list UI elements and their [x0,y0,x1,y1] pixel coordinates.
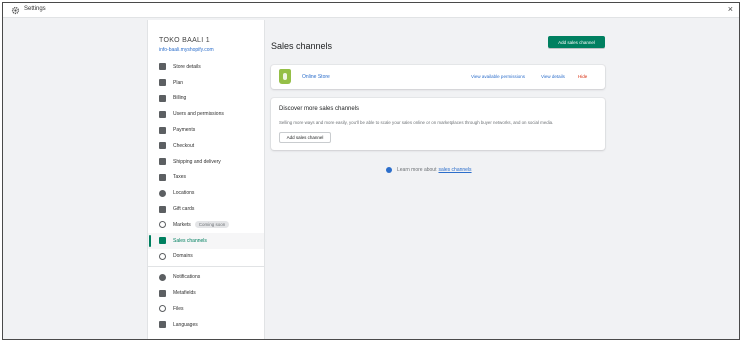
hide-link[interactable]: Hide [578,74,587,79]
taxes-icon [159,173,166,181]
gift-cards-icon [159,205,166,213]
users-icon [159,110,166,118]
store-name: TOKO BAALI 1 [159,37,210,44]
metafields-icon [159,289,166,297]
info-icon [386,167,392,173]
domains-icon [159,252,166,260]
sidebar-item-markets[interactable]: Markets Coming soon [148,217,264,233]
sidebar-item-taxes[interactable]: Taxes [148,170,264,186]
page-title: Sales channels [271,41,333,51]
title-bar: Settings × [3,3,739,18]
plan-icon [159,79,166,87]
learn-more-text: Learn more about [397,167,437,173]
sidebar-item-metafields[interactable]: Metafields [148,285,264,301]
sidebar-item-sales-channels[interactable]: Sales channels [148,232,264,249]
close-icon[interactable]: × [728,4,733,14]
sidebar-item-payments[interactable]: Payments [148,122,264,138]
notifications-icon [159,273,166,281]
sidebar-item-billing[interactable]: Billing [148,91,264,107]
sidebar-item-checkout[interactable]: Checkout [148,138,264,154]
settings-sidebar: TOKO BAALI 1 info-baali.myshopify.com St… [147,20,265,339]
sidebar-item-users[interactable]: Users and permissions [148,106,264,122]
sidebar-item-plan[interactable]: Plan [148,75,264,91]
sidebar-item-store-details[interactable]: Store details [148,59,264,75]
store-url[interactable]: info-baali.myshopify.com [159,47,214,53]
files-icon [159,305,166,313]
online-store-card: Online Store View available permissions … [271,65,605,89]
add-sales-channel-secondary-button[interactable]: Add sales channel [279,132,331,143]
sidebar-divider [148,266,264,268]
sidebar-item-languages[interactable]: Languages [148,317,264,333]
locations-icon [159,189,166,197]
settings-nav: Store details Plan Billing Users and per… [148,59,264,333]
languages-icon [159,321,166,329]
shopify-bag-icon [279,69,291,84]
payments-icon [159,126,166,134]
discover-description: Selling more ways and more easily, you'l… [279,120,554,125]
view-details-link[interactable]: View details [541,74,565,79]
billing-icon [159,94,166,102]
online-store-link[interactable]: Online Store [302,74,330,80]
sidebar-item-gift-cards[interactable]: Gift cards [148,201,264,217]
sales-channels-help-link[interactable]: sales channels [438,167,471,173]
sidebar-item-shipping[interactable]: Shipping and delivery [148,154,264,170]
settings-window: Settings × TOKO BAALI 1 info-baali.mysho… [2,2,740,340]
sidebar-item-files[interactable]: Files [148,301,264,317]
window-title: Settings [24,6,46,12]
sidebar-item-locations[interactable]: Locations [148,185,264,201]
sidebar-item-domains[interactable]: Domains [148,249,264,265]
sidebar-item-notifications[interactable]: Notifications [148,269,264,285]
gear-icon [11,6,20,15]
coming-soon-badge: Coming soon [194,221,230,229]
view-permissions-link[interactable]: View available permissions [471,74,525,79]
shipping-icon [159,158,166,166]
markets-icon [159,221,166,229]
checkout-icon [159,142,166,150]
store-icon [159,63,166,71]
discover-channels-card: Discover more sales channels Selling mor… [271,98,605,150]
sales-channels-icon [159,237,166,245]
learn-more: Learn more about sales channels [386,167,472,173]
discover-title: Discover more sales channels [279,106,360,112]
add-sales-channel-button[interactable]: Add sales channel [548,36,605,48]
